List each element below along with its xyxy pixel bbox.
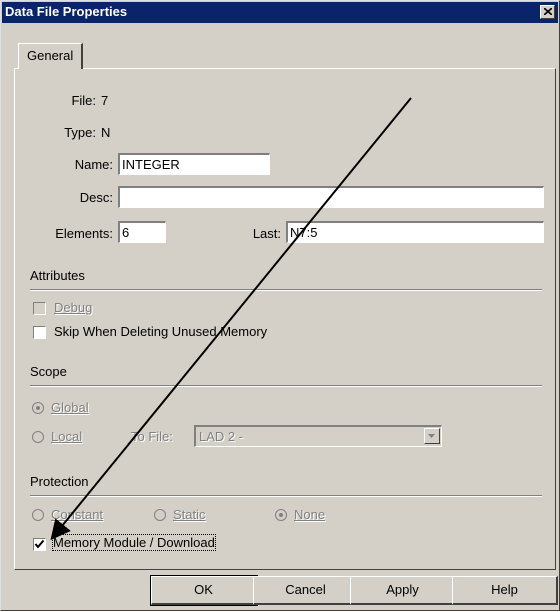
protection-heading: Protection: [30, 474, 89, 489]
scope-heading: Scope: [30, 364, 67, 379]
tab-general[interactable]: General: [18, 43, 84, 69]
name-label: Name:: [74, 157, 113, 172]
type-label: Type:: [64, 125, 96, 140]
close-button[interactable]: [540, 5, 555, 19]
static-radio[interactable]: [154, 509, 166, 521]
elements-field[interactable]: [118, 221, 166, 243]
skip-unused-memory-checkbox[interactable]: [33, 326, 46, 339]
static-label: Static: [173, 507, 206, 522]
title-bar[interactable]: Data File Properties: [2, 2, 558, 23]
memory-module-label: Memory Module / Download: [52, 534, 216, 551]
skip-unused-memory-label: Skip When Deleting Unused Memory: [54, 324, 268, 339]
last-field[interactable]: [286, 221, 544, 243]
type-value: N: [101, 125, 111, 140]
file-label: File:: [71, 93, 96, 108]
constant-radio[interactable]: [32, 509, 44, 521]
close-icon: [544, 8, 552, 15]
to-file-dropdown[interactable]: LAD 2 -: [194, 425, 442, 447]
local-radio[interactable]: [32, 431, 44, 443]
attributes-divider: [30, 289, 542, 291]
scope-divider: [30, 385, 542, 387]
file-value: 7: [101, 93, 109, 108]
chevron-down-icon: [428, 434, 435, 438]
window-title: Data File Properties: [5, 4, 128, 19]
none-radio[interactable]: [275, 509, 287, 521]
ok-button[interactable]: OK: [150, 575, 258, 606]
memory-module-checkbox[interactable]: [33, 538, 46, 551]
checkmark-icon: [34, 539, 45, 549]
name-field[interactable]: [118, 153, 270, 175]
desc-field[interactable]: [118, 186, 544, 208]
data-file-properties-dialog: Data File Properties General File: 7 Typ…: [0, 0, 560, 611]
apply-button[interactable]: Apply: [350, 576, 456, 605]
last-label: Last:: [252, 226, 281, 241]
help-button[interactable]: Help: [452, 576, 558, 605]
elements-label: Elements:: [55, 226, 113, 241]
global-label: Global: [51, 400, 89, 415]
local-label: Local: [51, 429, 83, 444]
radio-selected-dot: [279, 513, 283, 517]
global-radio[interactable]: [32, 402, 44, 414]
attributes-heading: Attributes: [30, 268, 85, 283]
none-label: None: [294, 507, 326, 522]
to-file-label: To File:: [131, 429, 173, 444]
debug-label: Debug: [54, 300, 93, 315]
dropdown-button[interactable]: [424, 428, 440, 444]
protection-divider: [30, 495, 542, 497]
to-file-value: LAD 2 -: [199, 429, 244, 444]
debug-checkbox[interactable]: [33, 302, 46, 315]
constant-label: Constant: [51, 507, 104, 522]
radio-selected-dot: [36, 406, 40, 410]
desc-label: Desc:: [79, 190, 113, 205]
cancel-button[interactable]: Cancel: [253, 576, 359, 605]
